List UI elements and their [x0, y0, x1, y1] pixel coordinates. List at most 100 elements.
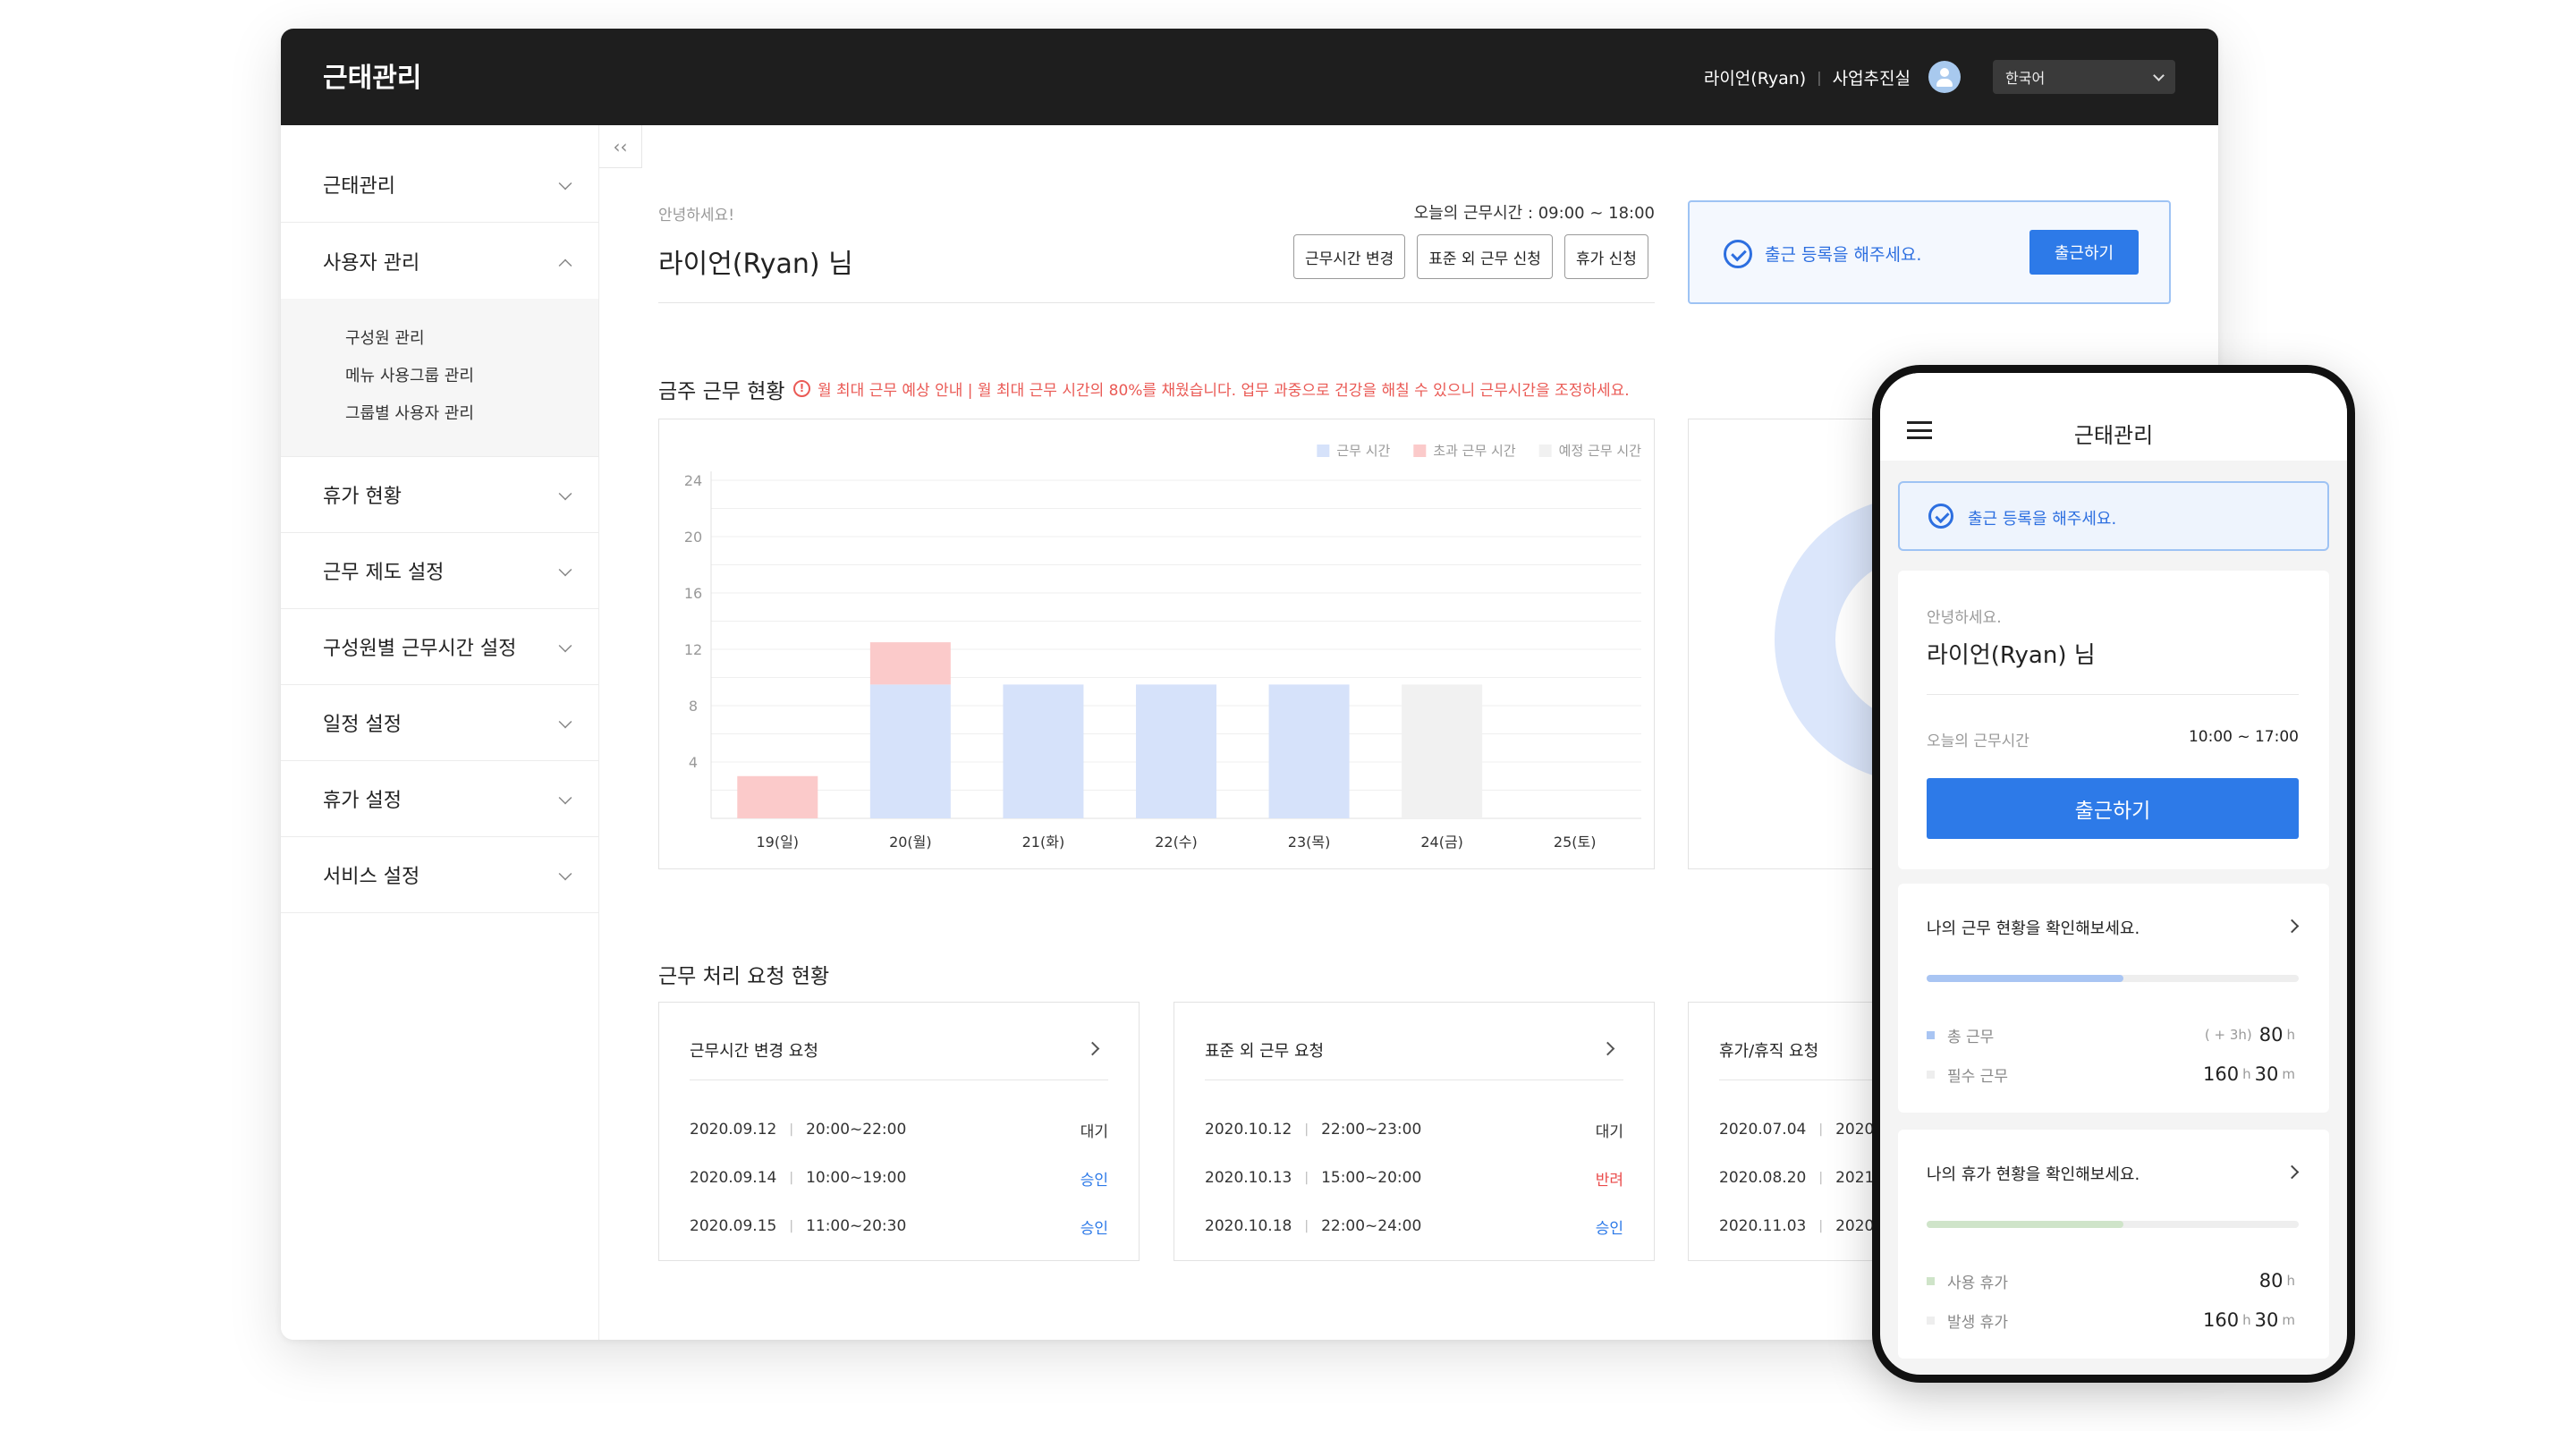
total-work-row: 총 근무 ( + 3h) 80 h — [1927, 1023, 2299, 1046]
leave-request-button[interactable]: 휴가 신청 — [1563, 234, 1648, 279]
mobile-app-title: 근태관리 — [2073, 423, 2154, 448]
sidebar-item-member-hours[interactable]: 구성원별 근무시간 설정 — [281, 609, 598, 685]
request-card-title: 휴가/휴직 요청 — [1719, 1042, 1819, 1061]
sidebar-item-leave-settings[interactable]: 휴가 설정 — [281, 761, 598, 837]
work-time-label: 오늘의 근무시간 — [1927, 732, 2029, 750]
leave-status-title: 나의 휴가 현황을 확인해보세요. — [1927, 1165, 2140, 1184]
sidebar-item-label: 근무 제도 설정 — [323, 562, 445, 584]
leave-progress-bar — [1927, 1221, 2299, 1228]
granted-leave-row: 발생 휴가 160 h 30 m — [1927, 1308, 2299, 1332]
chevron-right-icon[interactable] — [2284, 919, 2300, 934]
mobile-work-status-card[interactable]: 나의 근무 현황을 확인해보세요. 총 근무 ( + 3h) 80 h 필수 근… — [1898, 884, 2329, 1113]
bar-초과 근무 시간 — [737, 775, 818, 818]
request-time: 20:00~22:00 — [806, 1121, 907, 1139]
status-badge: 대기 — [1595, 1122, 1623, 1141]
legend-dot — [1927, 1316, 1935, 1325]
request-row[interactable]: 2020.10.18 | 22:00~24:00 승인 — [1205, 1214, 1623, 1239]
divider — [658, 302, 1655, 303]
department: 사업추진실 — [1832, 68, 1911, 89]
request-row[interactable]: 2020.09.12 | 20:00~22:00 대기 — [690, 1117, 1108, 1142]
y-tick-label: 8 — [689, 698, 698, 715]
sidebar-item-leave-status[interactable]: 휴가 현황 — [281, 457, 598, 533]
sidebar-item-label: 구성원별 근무시간 설정 — [323, 638, 517, 660]
work-progress-fill — [1927, 975, 2124, 982]
status-badge: 승인 — [1080, 1171, 1108, 1190]
request-date: 2020.07.04 — [1719, 1121, 1807, 1139]
request-row[interactable]: 2020.10.12 | 22:00~23:00 대기 — [1205, 1117, 1623, 1142]
request-row[interactable]: 2020.10.13 | 15:00~20:00 반려 — [1205, 1165, 1623, 1190]
legend-dot — [1927, 1030, 1935, 1039]
requests-title: 근무 처리 요청 현황 — [658, 965, 830, 988]
stat-label: 사용 휴가 — [1947, 1274, 2008, 1292]
legend-dot — [1927, 1276, 1935, 1285]
mobile-header: 근태관리 — [1880, 373, 2347, 461]
sidebar-item-service-settings[interactable]: 서비스 설정 — [281, 837, 598, 913]
required-work-row: 필수 근무 160 h 30 m — [1927, 1063, 2299, 1086]
mobile-checkin-button[interactable]: 출근하기 — [1927, 778, 2299, 839]
submenu-item-members[interactable]: 구성원 관리 — [281, 320, 598, 358]
warning-text: 월 최대 근무 예상 안내 | 월 최대 근무 시간의 80%를 채웠습니다. … — [818, 382, 1630, 400]
stat-label: 발생 휴가 — [1947, 1313, 2008, 1332]
legend-swatch — [1538, 445, 1552, 457]
language-select[interactable]: 한국어 — [1993, 60, 2175, 94]
checkin-button[interactable]: 출근하기 — [2029, 230, 2139, 275]
x-tick-label: 25(토) — [1554, 834, 1597, 851]
divider: | — [1304, 1122, 1309, 1137]
x-tick-label: 21(화) — [1022, 834, 1065, 851]
greeting-text: 안녕하세요! — [658, 207, 735, 224]
action-buttons: 근무시간 변경 표준 외 근무 신청 휴가 신청 — [1293, 234, 1648, 279]
divider: | — [789, 1122, 794, 1137]
chevron-down-icon — [558, 715, 572, 729]
today-work-time: 오늘의 근무시간 : 09:00 ~ 18:00 — [1413, 204, 1655, 223]
weekly-status-title: 금주 근무 현황 — [658, 380, 785, 403]
request-date: 2020.09.15 — [690, 1217, 777, 1235]
request-time: 10:00~19:00 — [806, 1169, 907, 1187]
chevron-right-icon[interactable] — [1600, 1041, 1615, 1056]
legend-label: 근무 시간 — [1336, 443, 1390, 459]
work-progress-bar — [1927, 975, 2299, 982]
divider: | — [1818, 1122, 1824, 1137]
stat-value-minutes: 30 — [2254, 1063, 2279, 1085]
request-row[interactable]: 2020.09.15 | 11:00~20:30 승인 — [690, 1214, 1108, 1239]
chevron-down-icon — [558, 867, 572, 881]
sidebar-item-attendance[interactable]: 근태관리 — [281, 147, 598, 223]
request-card-hours-change[interactable]: 근무시간 변경 요청 2020.09.12 | 20:00~22:00 대기 202… — [658, 1002, 1140, 1261]
collapse-sidebar-button[interactable]: ‹‹ — [599, 125, 642, 168]
request-date: 2020.10.13 — [1205, 1169, 1292, 1187]
request-card-overtime[interactable]: 표준 외 근무 요청 2020.10.12 | 22:00~23:00 대기 202… — [1174, 1002, 1655, 1261]
divider: | — [789, 1171, 794, 1185]
stat-unit: h — [2242, 1066, 2251, 1082]
change-hours-button[interactable]: 근무시간 변경 — [1293, 234, 1406, 279]
checkin-message: 출근 등록을 해주세요. — [1765, 245, 1922, 265]
submenu-item-group-users[interactable]: 그룹별 사용자 관리 — [281, 395, 598, 433]
bar-근무 시간 — [1003, 684, 1084, 818]
request-date: 2020.10.12 — [1205, 1121, 1292, 1139]
stat-unit: h — [2286, 1273, 2295, 1289]
chevron-down-icon — [558, 487, 572, 501]
leave-progress-fill — [1927, 1221, 2124, 1228]
x-tick-label: 22(수) — [1155, 834, 1198, 851]
stat-value: 160 — [2203, 1063, 2240, 1085]
status-badge: 승인 — [1595, 1219, 1623, 1238]
sidebar-item-schedule[interactable]: 일정 설정 — [281, 685, 598, 761]
legend-dot — [1927, 1070, 1935, 1079]
chevron-right-icon[interactable] — [2284, 1164, 2300, 1180]
avatar[interactable] — [1928, 61, 1961, 93]
sidebar-item-label: 휴가 현황 — [323, 486, 402, 508]
warning-notice: ! 월 최대 근무 예상 안내 | 월 최대 근무 시간의 80%를 채웠습니다… — [793, 377, 1630, 400]
mobile-leave-status-card[interactable]: 나의 휴가 현황을 확인해보세요. 사용 휴가 80 h 발생 휴가 160 h… — [1898, 1130, 2329, 1359]
sidebar-item-work-policy[interactable]: 근무 제도 설정 — [281, 533, 598, 609]
divider: | — [1818, 1171, 1824, 1185]
legend-label: 초과 근무 시간 — [1433, 443, 1516, 459]
divider: | — [1817, 68, 1822, 86]
stat-unit: h — [2286, 1027, 2295, 1043]
sidebar-item-user-management[interactable]: 사용자 관리 — [281, 223, 598, 299]
stat-extra: ( + 3h) — [2204, 1027, 2252, 1043]
chevron-right-icon[interactable] — [1085, 1041, 1100, 1056]
chevron-up-icon — [558, 258, 572, 273]
bar-근무 시간 — [1136, 684, 1216, 818]
request-row[interactable]: 2020.09.14 | 10:00~19:00 승인 — [690, 1165, 1108, 1190]
submenu-item-menu-groups[interactable]: 메뉴 사용그룹 관리 — [281, 358, 598, 395]
request-card-title: 근무시간 변경 요청 — [690, 1042, 818, 1061]
overtime-request-button[interactable]: 표준 외 근무 신청 — [1417, 234, 1553, 279]
